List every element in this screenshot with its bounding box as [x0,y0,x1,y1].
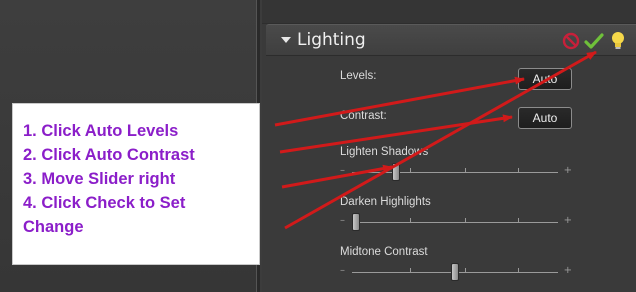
plus-icon: + [563,165,572,176]
lighten-shadows-slider[interactable]: – + [340,163,572,183]
slider-thumb[interactable] [391,163,400,181]
slider-tick [410,218,411,222]
minus-icon: – [340,265,345,276]
step-2-text: 2. Click Auto Contrast [23,146,195,164]
minus-icon: – [340,165,345,176]
slider-tick [518,168,519,172]
lighting-section-header[interactable]: Lighting [266,24,636,56]
slider-thumb[interactable] [352,213,360,231]
midtone-contrast-label: Midtone Contrast [340,246,428,258]
slider-tick [410,268,411,272]
step-3-text: 3. Move Slider right [23,170,176,188]
midtone-contrast-slider[interactable]: – + [340,263,572,283]
minus-icon: – [340,215,345,226]
checkmark-icon[interactable] [584,32,604,50]
darken-highlights-slider[interactable]: – + [340,213,572,233]
plus-icon: + [563,215,572,226]
contrast-label: Contrast: [340,110,387,122]
section-title: Lighting [297,30,366,50]
levels-label: Levels: [340,70,377,82]
slider-track [352,172,558,173]
auto-levels-button[interactable]: Auto [518,68,572,90]
slider-tick [410,168,411,172]
slider-thumb[interactable] [451,263,459,281]
step-1-text: 1. Click Auto Levels [23,122,179,140]
slider-tick [465,168,466,172]
auto-contrast-button[interactable]: Auto [518,107,572,129]
slider-tick [518,268,519,272]
lighten-shadows-label: Lighten Shadows [340,146,429,158]
step-4-text: 4. Click Check to Set [23,194,186,212]
slider-tick [465,218,466,222]
adjustments-panel: Lighting Levels: Auto Contrast: Auto Lig… [262,0,636,292]
step-4-continued-text: Change [23,218,84,236]
cancel-icon[interactable] [562,32,580,50]
lightbulb-icon[interactable] [610,30,626,52]
plus-icon: + [563,265,572,276]
slider-tick [465,268,466,272]
slider-track [352,222,558,223]
darken-highlights-label: Darken Highlights [340,196,431,208]
collapse-triangle-icon[interactable] [281,37,291,43]
instructions-callout: 1. Click Auto Levels 2. Click Auto Contr… [12,103,260,265]
slider-tick [518,218,519,222]
panel-top-strip [262,0,636,24]
